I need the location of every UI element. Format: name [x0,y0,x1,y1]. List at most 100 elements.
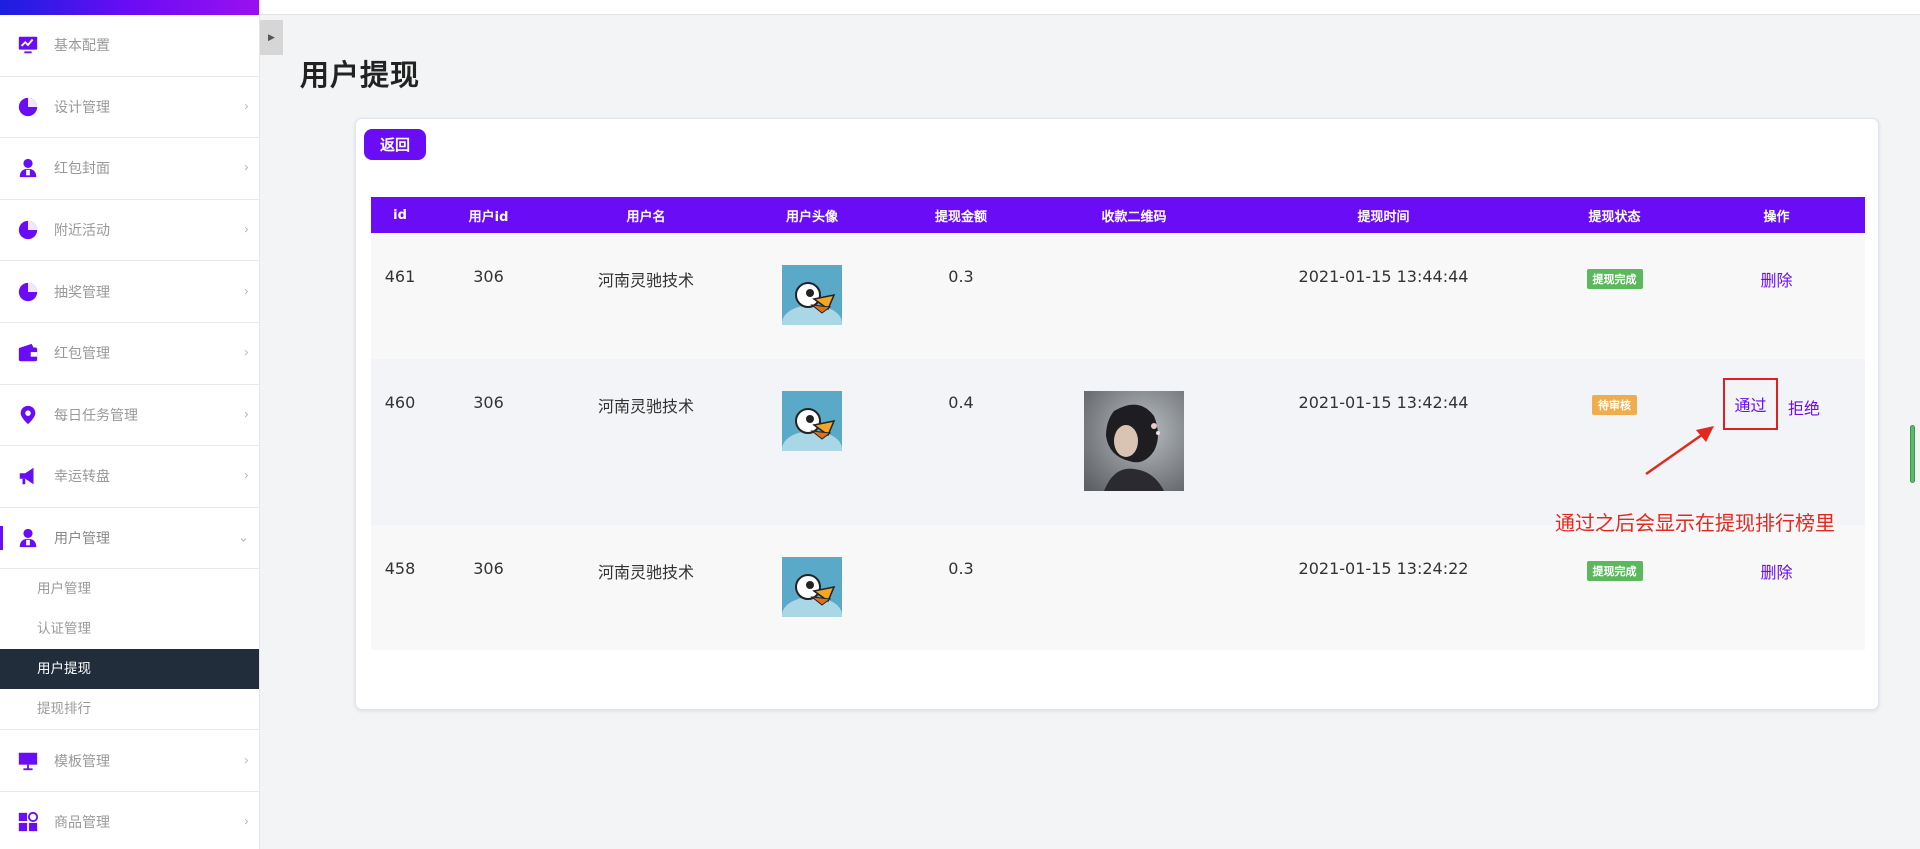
cell-avatar [744,359,880,525]
pie-chart-icon [17,219,39,241]
chevron-right-icon: › [243,753,249,769]
cell-actions: 删除 [1688,525,1865,650]
sidebar-item-lucky-wheel[interactable]: 幸运转盘 › [0,446,259,508]
table-row: 461 306 河南灵驰技术 0.3 2021-01-15 13:44:44 提… [371,233,1865,359]
annotation-text: 通过之后会显示在提现排行榜里 [1555,511,1835,535]
cell-username: 河南灵驰技术 [548,233,744,359]
cell-status: 提现完成 [1541,233,1688,359]
sidebar-item-label: 抽奖管理 [54,284,110,301]
payment-qr-image [1084,391,1184,491]
cell-id: 458 [371,525,429,650]
cell-amount: 0.3 [880,525,1042,650]
presentation-icon [17,750,39,772]
approve-link[interactable]: 通过 [1734,392,1766,416]
sidebar-item-label: 设计管理 [54,99,110,116]
cell-user-id: 306 [429,233,548,359]
cell-user-id: 306 [429,359,548,525]
sidebar-item-label: 模板管理 [54,753,110,770]
col-header-username: 用户名 [548,197,744,233]
megaphone-icon [17,465,39,487]
col-header-amount: 提现金额 [880,197,1042,233]
top-bar [260,0,1920,15]
cell-avatar [744,233,880,359]
sidebar-item-red-packet[interactable]: 红包管理 › [0,323,259,385]
sidebar-item-label: 用户管理 [54,531,110,548]
cell-id: 461 [371,233,429,359]
sidebar-item-user-management[interactable]: 用户管理 ⌄ [0,508,259,570]
submenu-item-user-management[interactable]: 用户管理 [0,569,259,609]
sidebar-item-label: 商品管理 [54,815,110,832]
cell-avatar [744,525,880,650]
scrollbar-thumb[interactable] [1910,425,1915,483]
col-header-status: 提现状态 [1541,197,1688,233]
sidebar-item-products[interactable]: 商品管理 › [0,792,259,849]
avatar [782,557,842,617]
col-header-time: 提现时间 [1226,197,1541,233]
annotation-arrow-icon [1645,426,1714,476]
pie-chart-icon [17,281,39,303]
cell-qr [1042,359,1226,525]
chevron-right-icon: › [243,160,249,176]
back-button[interactable]: 返回 [364,129,426,160]
sidebar-item-label: 附近活动 [54,223,110,240]
chevron-right-icon: › [243,468,249,484]
col-header-user-id: 用户id [429,197,548,233]
withdraw-card: 返回 id 用户id 用户名 用户头像 提现金额 收款二维码 提现时间 提现状态… [355,118,1879,710]
sidebar-item-design[interactable]: 设计管理 › [0,77,259,139]
page-title: 用户提现 [300,58,421,92]
cell-time: 2021-01-15 13:44:44 [1226,233,1541,359]
avatar [782,265,842,325]
delete-link[interactable]: 删除 [1760,267,1792,291]
sidebar-toggle-button[interactable]: ▶ [260,20,283,55]
sidebar-item-nearby-activity[interactable]: 附近活动 › [0,200,259,262]
chevron-right-icon: › [243,407,249,423]
cell-user-id: 306 [429,525,548,650]
col-header-avatar: 用户头像 [744,197,880,233]
col-header-actions: 操作 [1688,197,1865,233]
submenu-item-user-withdraw[interactable]: 用户提现 [0,649,259,690]
reject-link[interactable]: 拒绝 [1788,395,1820,419]
cell-username: 河南灵驰技术 [548,525,744,650]
avatar [782,391,842,451]
chevron-right-icon: › [243,345,249,361]
sidebar-item-templates[interactable]: 模板管理 › [0,730,259,792]
chevron-right-icon: › [243,99,249,115]
cell-id: 460 [371,359,429,525]
sidebar-item-basic-config[interactable]: 基本配置 [0,15,259,77]
approve-highlight-box: 通过 [1723,378,1778,430]
sidebar-item-label: 基本配置 [54,38,110,55]
cell-qr [1042,233,1226,359]
user-icon [17,157,39,179]
status-badge: 待审核 [1592,395,1637,415]
user-management-submenu: 用户管理 认证管理 用户提现 提现排行 [0,569,259,731]
wallet-icon [17,342,39,364]
cell-time: 2021-01-15 13:24:22 [1226,525,1541,650]
chevron-right-icon: › [243,222,249,238]
cell-username: 河南灵驰技术 [548,359,744,525]
sidebar-item-label: 红包封面 [54,161,110,178]
delete-link[interactable]: 删除 [1760,559,1792,583]
map-pin-icon [17,404,39,426]
submenu-item-verification[interactable]: 认证管理 [0,609,259,649]
sidebar-item-daily-tasks[interactable]: 每日任务管理 › [0,385,259,447]
col-header-qr: 收款二维码 [1042,197,1226,233]
monitor-chart-icon [17,34,39,56]
pie-chart-icon [17,96,39,118]
sidebar-item-label: 幸运转盘 [54,469,110,486]
user-icon [17,527,39,549]
cell-amount: 0.4 [880,359,1042,525]
sidebar-item-red-packet-cover[interactable]: 红包封面 › [0,138,259,200]
col-header-id: id [371,197,429,233]
submenu-item-withdraw-ranking[interactable]: 提现排行 [0,689,259,729]
apps-icon [17,811,39,833]
table-row: 458 306 河南灵驰技术 0.3 2021-01-15 13:24:22 提… [371,525,1865,650]
chevron-right-icon: › [243,284,249,300]
sidebar-item-label: 每日任务管理 [54,407,138,424]
sidebar-item-lottery[interactable]: 抽奖管理 › [0,261,259,323]
cell-status: 提现完成 [1541,525,1688,650]
sidebar: 基本配置 设计管理 › 红包封面 › 附近活动 › 抽奖管理 › 红包管理 › [0,0,260,849]
sidebar-item-label: 红包管理 [54,346,110,363]
cell-actions: 删除 [1688,233,1865,359]
chevron-right-icon: › [243,814,249,830]
cell-qr [1042,525,1226,650]
